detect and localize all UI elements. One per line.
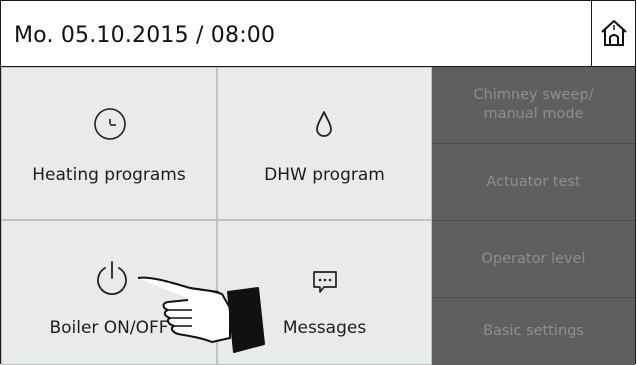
home-icon [601, 20, 627, 46]
power-icon [97, 261, 127, 296]
header-bar: Mo. 05.10.2015 / 08:00 [1, 1, 635, 67]
water-drop-icon [316, 111, 332, 137]
side-item-actuator-test[interactable]: Actuator test [432, 144, 635, 220]
side-item-label: Operator level [481, 250, 586, 267]
date-time-display: Mo. 05.10.2015 / 08:00 [14, 23, 276, 48]
dhw-program-tile[interactable]: DHW program [217, 67, 432, 220]
side-item-label: Basic settings [483, 323, 584, 339]
message-icon [313, 271, 337, 293]
heating-programs-label: Heating programs [32, 165, 186, 185]
side-item-label: Chimney sweep/ manual mode [473, 87, 594, 122]
side-menu: Chimney sweep/ manual mode Actuator test… [432, 67, 635, 365]
side-item-basic-settings[interactable]: Basic settings [432, 298, 635, 365]
pointing-hand-icon [137, 276, 265, 353]
heating-programs-tile[interactable]: Heating programs [1, 67, 217, 220]
dhw-program-label: DHW program [264, 165, 385, 185]
side-item-label: Actuator test [486, 173, 581, 190]
clock-icon [94, 108, 126, 140]
home-button[interactable] [591, 1, 635, 66]
side-item-operator-level[interactable]: Operator level [432, 221, 635, 297]
side-item-chimney-sweep[interactable]: Chimney sweep/ manual mode [432, 67, 635, 143]
display-screen: Mo. 05.10.2015 / 08:00 Heating programs … [0, 0, 636, 365]
